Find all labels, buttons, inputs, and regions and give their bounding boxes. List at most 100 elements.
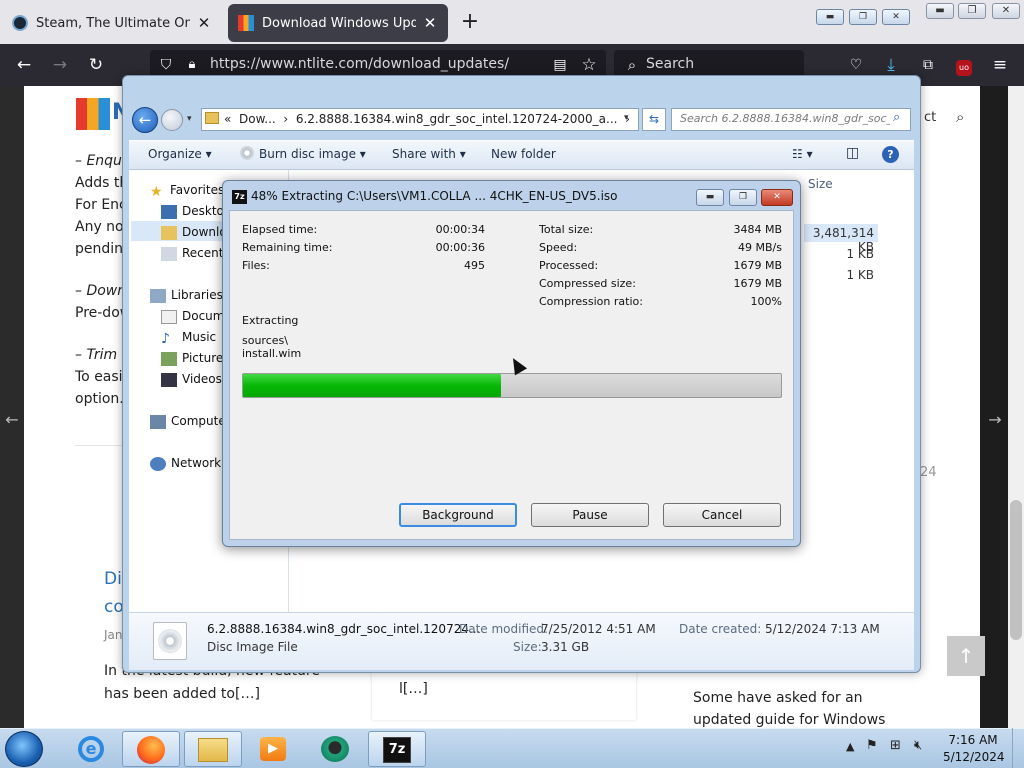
explorer-maximize-button[interactable]: ❐ <box>849 9 877 25</box>
ntlite-logo[interactable] <box>76 98 110 130</box>
pictures-icon <box>161 351 177 366</box>
search-icon[interactable]: ⌕ <box>893 110 900 125</box>
nav-desktop[interactable]: Desktop <box>161 204 232 219</box>
forward-arrow-icon[interactable]: → <box>48 53 72 77</box>
pocket-icon[interactable]: ♡ <box>844 53 868 77</box>
post-title-link[interactable]: co <box>104 597 124 617</box>
back-arrow-icon[interactable]: ← <box>12 53 36 77</box>
dialog-close-button[interactable]: ✕ <box>761 189 793 206</box>
stat-label: Elapsed time: <box>242 223 318 236</box>
bookmark-star-icon[interactable]: ☆ <box>577 53 601 77</box>
breadcrumb-folder[interactable]: 6.2.8888.16384.win8_gdr_soc_intel.120724… <box>296 112 618 126</box>
cancel-button[interactable]: Cancel <box>663 503 781 527</box>
post-card-snippet: l[…] <box>399 681 428 697</box>
shield-icon[interactable]: ⛉ <box>154 53 178 77</box>
dialog-minimize-button[interactable]: ▬ <box>696 189 724 206</box>
help-icon[interactable]: ? <box>882 146 899 163</box>
nav-network[interactable]: Network <box>150 456 221 471</box>
explorer-search-placeholder[interactable]: Search 6.2.8888.16384.win8_gdr_soc_in... <box>680 112 890 125</box>
tab-close-icon[interactable]: ✕ <box>196 14 212 32</box>
refresh-icon[interactable]: ⇆ <box>642 108 666 131</box>
computer-icon <box>150 414 166 429</box>
folder-icon <box>205 112 219 124</box>
search-placeholder[interactable]: Search <box>646 56 694 72</box>
documents-icon <box>161 309 177 324</box>
reader-view-icon[interactable]: ▤ <box>548 53 572 77</box>
browser-close-button[interactable]: ✕ <box>992 3 1020 19</box>
webcam-app-icon[interactable] <box>306 731 364 767</box>
7zip-icon[interactable]: 7z <box>368 731 426 767</box>
extensions-icon[interactable]: ⧉ <box>916 53 940 77</box>
dialog-maximize-button[interactable]: ❐ <box>729 189 757 206</box>
nav-favorites[interactable]: ★ Favorites <box>150 183 224 200</box>
nav-computer[interactable]: Computer <box>150 414 231 429</box>
preview-pane-icon[interactable]: ◫ <box>846 145 859 161</box>
nav-libraries[interactable]: Libraries <box>150 288 223 303</box>
pause-button[interactable]: Pause <box>531 503 649 527</box>
disc-image-file-icon <box>153 622 187 660</box>
file-explorer-icon[interactable] <box>184 731 242 767</box>
explorer-back-icon[interactable]: ← <box>132 107 158 133</box>
nav-link-fragment[interactable]: ct <box>924 110 936 125</box>
start-button[interactable] <box>5 731 43 767</box>
downloads-icon[interactable]: ⤓ <box>879 53 903 77</box>
nav-label: Music <box>182 330 217 344</box>
reload-icon[interactable]: ↻ <box>84 53 108 77</box>
address-breadcrumb[interactable]: « Dow... › 6.2.8888.16384.win8_gdr_soc_i… <box>224 112 630 126</box>
nav-music[interactable]: ♪ Music <box>161 330 217 347</box>
action-center-flag-icon[interactable]: ⚑ <box>866 738 878 753</box>
explorer-minimize-button[interactable]: ▬ <box>816 9 844 25</box>
breadcrumb-separator[interactable]: › <box>283 112 288 126</box>
videos-icon <box>161 372 177 387</box>
new-tab-button[interactable]: + <box>458 8 482 36</box>
view-options-icon[interactable]: ☷ ▾ <box>792 147 813 161</box>
network-tray-icon[interactable]: ⊞ <box>890 738 901 753</box>
show-hidden-icons-icon[interactable]: ▲ <box>846 740 854 753</box>
column-header-size[interactable]: Size <box>808 177 833 191</box>
organize-button[interactable]: Organize ▾ <box>148 147 212 161</box>
explorer-forward-icon[interactable] <box>161 109 183 131</box>
url-text[interactable]: https://www.ntlite.com/download_updates/ <box>210 56 509 72</box>
volume-muted-icon[interactable]: 🔇︎ <box>914 738 922 753</box>
details-created-label: Date created: <box>679 622 762 636</box>
show-desktop-button[interactable] <box>1012 728 1024 768</box>
ublock-icon[interactable]: uo <box>952 53 976 77</box>
dialog-title: 48% Extracting C:\Users\VM1.COLLA ... 4C… <box>251 189 618 203</box>
menu-hamburger-icon[interactable]: ≡ <box>988 53 1012 77</box>
new-folder-button[interactable]: New folder <box>491 147 556 161</box>
tab-ntlite-active[interactable]: Download Windows Updates - ✕ <box>228 4 448 42</box>
post-title-link[interactable]: Di <box>104 569 122 589</box>
back-to-top-button[interactable]: ↑ <box>947 636 985 676</box>
carousel-left-arrow-icon[interactable]: ← <box>0 410 24 434</box>
nav-label: Videos <box>182 372 222 386</box>
site-search-icon[interactable]: ⌕ <box>956 108 964 126</box>
share-with-button[interactable]: Share with ▾ <box>392 147 466 161</box>
burn-disc-image-button[interactable]: Burn disc image ▾ <box>259 147 366 161</box>
paragraph-text: option. <box>75 391 124 407</box>
carousel-right-arrow-icon[interactable]: → <box>984 410 1006 434</box>
7zip-icon: 7z <box>232 190 247 204</box>
media-player-icon[interactable]: ▶ <box>244 731 302 767</box>
file-size[interactable]: 1 KB <box>804 247 874 261</box>
page-scrollbar-thumb[interactable] <box>1010 500 1022 640</box>
history-dropdown-icon[interactable]: ▾ <box>187 114 192 124</box>
clock-date[interactable]: 5/12/2024 <box>943 750 1005 764</box>
file-size[interactable]: 1 KB <box>804 268 874 282</box>
clock-time[interactable]: 7:16 AM <box>943 733 1003 747</box>
star-icon: ★ <box>150 183 163 200</box>
tab-close-icon[interactable]: ✕ <box>422 14 438 32</box>
background-button[interactable]: Background <box>399 503 517 527</box>
lock-icon[interactable]: 🔒︎ <box>180 53 204 77</box>
browser-maximize-button[interactable]: ❐ <box>958 3 986 19</box>
address-dropdown-icon[interactable]: ▾ <box>624 113 629 123</box>
breadcrumb-downloads[interactable]: Dow... <box>239 112 276 126</box>
internet-explorer-icon[interactable]: e <box>62 731 120 767</box>
tab-steam[interactable]: Steam, The Ultimate Online Ga ✕ <box>2 4 222 42</box>
breadcrumb-overflow[interactable]: « <box>224 112 231 126</box>
firefox-icon[interactable] <box>122 731 180 767</box>
stat-value: 00:00:36 <box>435 241 485 254</box>
explorer-close-button[interactable]: ✕ <box>882 9 910 25</box>
nav-pictures[interactable]: Pictures <box>161 351 230 366</box>
nav-videos[interactable]: Videos <box>161 372 222 387</box>
browser-minimize-button[interactable]: ▬ <box>926 3 954 19</box>
